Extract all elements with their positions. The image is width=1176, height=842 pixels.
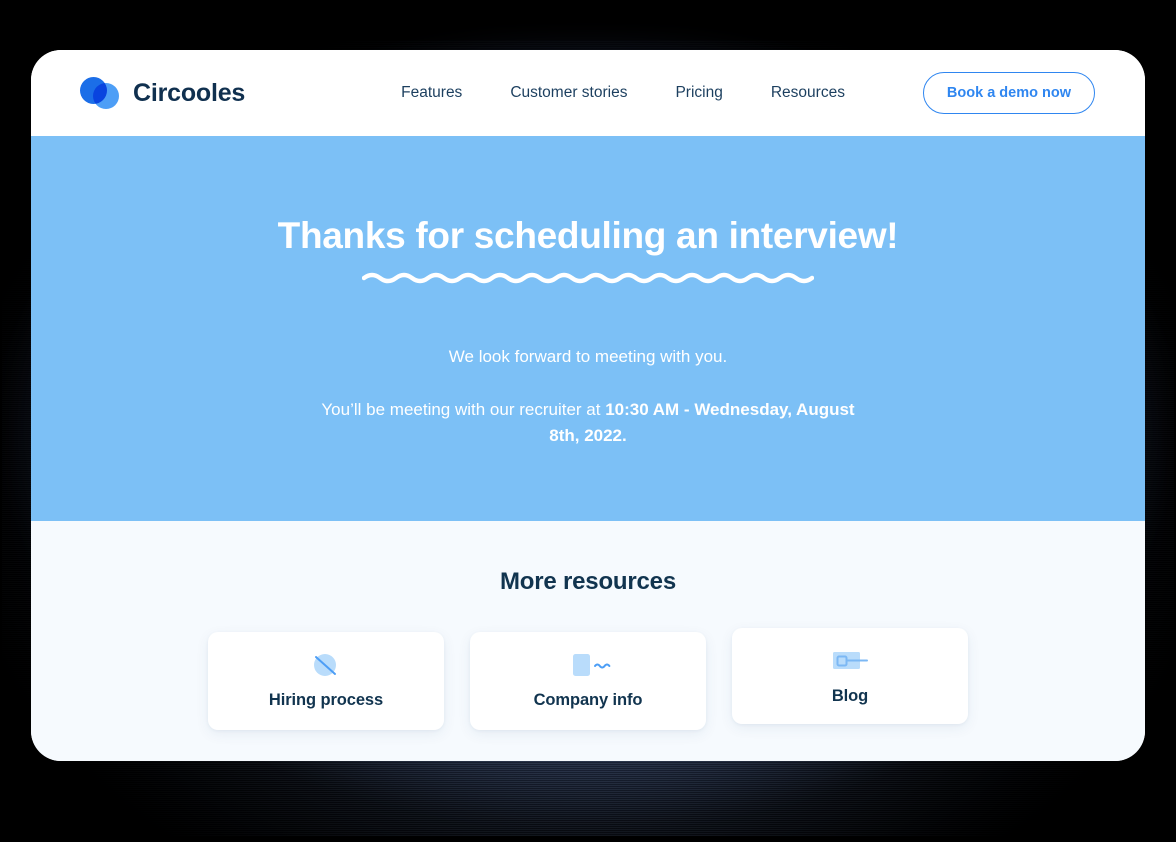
- logo-circle-light: [93, 83, 119, 109]
- circle-slash-icon: [218, 650, 434, 680]
- hero-line-1: We look forward to meeting with you.: [448, 346, 728, 366]
- resource-card-hiring-process[interactable]: Hiring process: [208, 632, 444, 730]
- page-title: Thanks for scheduling an interview!: [277, 215, 899, 256]
- book-demo-button[interactable]: Book a demo now: [922, 72, 1095, 114]
- circles-logo-icon: [80, 77, 120, 109]
- nav-link-resources[interactable]: Resources: [771, 78, 845, 108]
- site-header: Circooles Features Customer stories Pric…: [31, 50, 1145, 136]
- hero-line-2-prefix: You’ll be meeting with our recruiter at: [321, 400, 606, 420]
- hero-section: Thanks for scheduling an interview! We l…: [31, 136, 1145, 521]
- nav-link-customer-stories[interactable]: Customer stories: [510, 78, 627, 108]
- resource-card-blog[interactable]: Blog: [732, 628, 968, 724]
- article-card-icon: [742, 646, 958, 676]
- brand-name: Circooles: [133, 78, 246, 107]
- resource-card-label: Hiring process: [268, 691, 384, 709]
- resources-section: More resources Hiring process Company in…: [31, 521, 1145, 761]
- resources-title: More resources: [500, 568, 676, 595]
- page-card: Circooles Features Customer stories Pric…: [31, 50, 1145, 761]
- screenshot-root: Circooles Features Customer stories Pric…: [0, 0, 1176, 842]
- nav-link-features[interactable]: Features: [401, 78, 462, 108]
- resource-card-list: Hiring process Company info Blog: [31, 628, 1145, 730]
- resource-card-company-info[interactable]: Company info: [470, 632, 706, 730]
- squiggle-wave-icon: [31, 270, 1145, 292]
- brand[interactable]: Circooles: [80, 77, 245, 109]
- main-nav: Features Customer stories Pricing Resour…: [401, 78, 845, 108]
- hero-body: We look forward to meeting with you. You…: [31, 344, 1145, 450]
- document-squiggle-icon: [480, 650, 696, 680]
- resource-card-label: Blog: [831, 687, 869, 705]
- nav-link-pricing[interactable]: Pricing: [675, 78, 722, 108]
- resource-card-label: Company info: [533, 691, 643, 709]
- hero-line-2: You’ll be meeting with our recruiter at …: [318, 397, 858, 450]
